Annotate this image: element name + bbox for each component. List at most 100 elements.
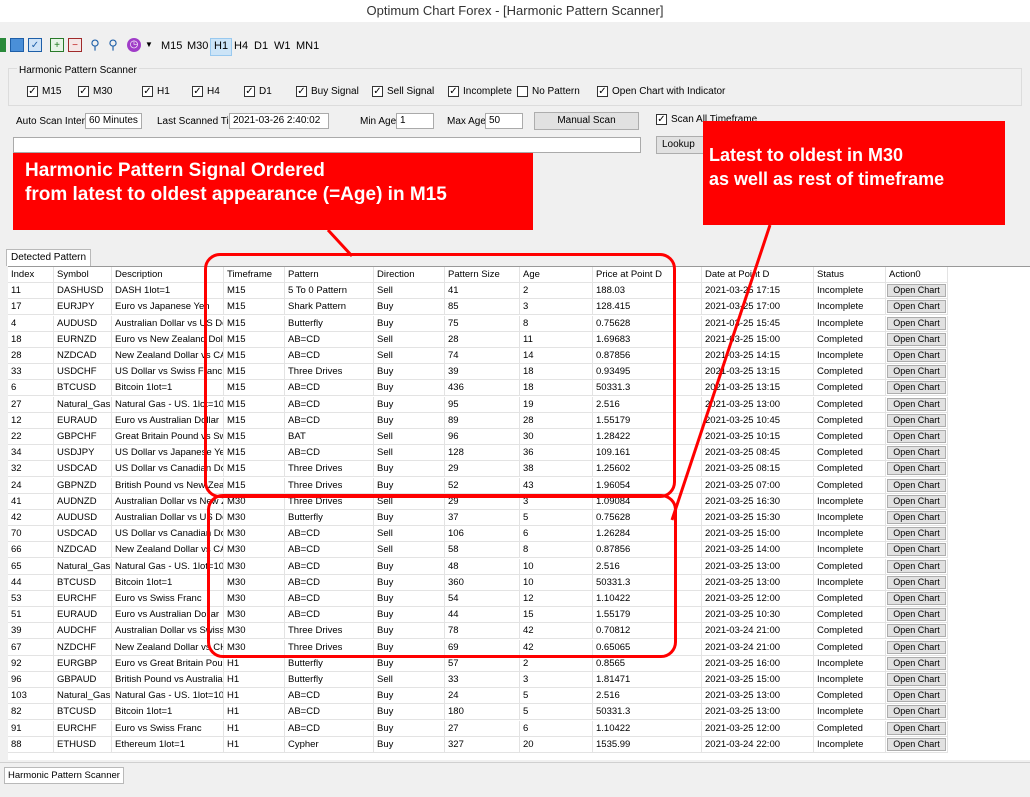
column-header[interactable]: Index (8, 267, 54, 283)
timeframe-mn1-button[interactable]: MN1 (293, 38, 322, 54)
open-chart-button[interactable]: Open Chart (887, 575, 946, 589)
scan-all-checkbox-box[interactable]: ✓ (656, 114, 667, 125)
open-chart-button[interactable]: Open Chart (887, 624, 946, 638)
checkbox-box[interactable]: ✓ (192, 86, 203, 97)
timeframe-h1-button[interactable]: H1 (210, 38, 233, 56)
open-chart-button[interactable]: Open Chart (887, 413, 946, 427)
tab-detected-pattern[interactable]: Detected Pattern (6, 249, 92, 266)
timeframe-m15-button[interactable]: M15 (158, 38, 185, 54)
checkbox-box[interactable]: ✓ (142, 86, 153, 97)
open-chart-button[interactable]: Open Chart (887, 316, 946, 330)
bar-chart-icon[interactable] (10, 38, 24, 52)
zoom-in-chart-icon[interactable]: + (50, 38, 64, 52)
last-scanned-field[interactable]: 2021-03-26 2:40:02 (229, 113, 329, 129)
table-cell: Euro vs Great Britain Pound (112, 655, 224, 672)
max-age-input[interactable]: 50 (485, 113, 523, 129)
annotation-m30-line2: as well as rest of timeframe (709, 169, 945, 189)
zoom-out-chart-icon[interactable]: − (68, 38, 82, 52)
column-header[interactable]: Status (814, 267, 886, 283)
checkbox-box[interactable] (517, 86, 528, 97)
table-cell: 65 (8, 558, 54, 575)
table-row[interactable]: 82 BTCUSD Bitcoin 1lot=1 H1 AB=CD Buy 180 5 5033… (8, 704, 1030, 721)
timeframe-h4-button[interactable]: H4 (231, 38, 251, 54)
grid-icon[interactable] (0, 38, 6, 52)
open-chart-button[interactable]: Open Chart (887, 705, 946, 719)
table-row[interactable]: 88 ETHUSD Ethereum 1lot=1 H1 Cypher Buy 327 20 1… (8, 736, 1030, 753)
table-cell: Incomplete (814, 510, 886, 526)
checkbox-box[interactable]: ✓ (448, 86, 459, 97)
checkbox-box[interactable]: ✓ (372, 86, 383, 97)
auto-scan-interval-input[interactable]: 60 Minutes (85, 113, 142, 129)
table-cell: Completed (814, 461, 886, 478)
lookup-input[interactable] (13, 137, 641, 153)
checkbox-h4[interactable]: ✓ H4 (192, 86, 220, 97)
open-chart-button[interactable]: Open Chart (887, 300, 946, 314)
table-cell: 53 (8, 591, 54, 607)
manual-scan-button[interactable]: Manual Scan (534, 112, 639, 130)
checkbox-no-pattern[interactable]: No Pattern (517, 86, 580, 97)
open-chart-button[interactable]: Open Chart (887, 284, 946, 298)
checkbox-buy-signal[interactable]: ✓ Buy Signal (296, 86, 359, 97)
open-chart-button[interactable]: Open Chart (887, 543, 946, 557)
timeframe-d1-button[interactable]: D1 (251, 38, 271, 54)
table-cell: 70 (8, 526, 54, 543)
checkbox-box[interactable]: ✓ (78, 86, 89, 97)
table-cell: 34 (8, 445, 54, 462)
checkbox-open-chart-with-indicator[interactable]: ✓ Open Chart with Indicator (597, 86, 725, 97)
checkbox-m30[interactable]: ✓ M30 (78, 86, 112, 97)
line-chart-icon[interactable]: ✓ (28, 38, 42, 52)
magnify-minus-icon[interactable]: ⚲ (106, 38, 120, 52)
checkbox-box[interactable]: ✓ (296, 86, 307, 97)
chevron-down-icon[interactable]: ▼ (142, 38, 156, 52)
magnify-plus-icon[interactable]: ⚲ (88, 38, 102, 52)
open-chart-button[interactable]: Open Chart (887, 446, 946, 460)
checkbox-h1[interactable]: ✓ H1 (142, 86, 170, 97)
checkbox-m15[interactable]: ✓ M15 (27, 86, 61, 97)
open-chart-button[interactable]: Open Chart (887, 737, 946, 751)
open-chart-button[interactable]: Open Chart (887, 689, 946, 703)
open-chart-button[interactable]: Open Chart (887, 462, 946, 476)
open-chart-button[interactable]: Open Chart (887, 478, 946, 492)
table-row[interactable]: 92 EURGBP Euro vs Great Britain Pound H1 But… (8, 655, 1030, 672)
open-chart-button[interactable]: Open Chart (887, 640, 946, 654)
table-cell: 82 (8, 704, 54, 721)
checkbox-box[interactable]: ✓ (27, 86, 38, 97)
checkbox-sell-signal[interactable]: ✓ Sell Signal (372, 86, 434, 97)
checkbox-box[interactable]: ✓ (244, 86, 255, 97)
open-chart-button[interactable]: Open Chart (887, 656, 946, 670)
checkbox-incomplete[interactable]: ✓ Incomplete (448, 86, 512, 97)
column-header[interactable]: Action0 (886, 267, 948, 283)
table-cell: 2021-03-25 13:00 (702, 688, 814, 705)
open-chart-button[interactable]: Open Chart (887, 592, 946, 605)
open-chart-button[interactable]: Open Chart (887, 381, 946, 395)
open-chart-button[interactable]: Open Chart (887, 673, 946, 686)
open-chart-button[interactable]: Open Chart (887, 721, 946, 735)
open-chart-button[interactable]: Open Chart (887, 527, 946, 541)
timeframe-m30-button[interactable]: M30 (184, 38, 211, 54)
checkbox-box[interactable]: ✓ (597, 86, 608, 97)
checkbox-label: Incomplete (463, 86, 512, 97)
open-chart-button[interactable]: Open Chart (887, 365, 946, 379)
column-header[interactable]: Date at Point D (702, 267, 814, 283)
lookup-button[interactable]: Lookup By S (656, 136, 704, 154)
table-action-cell: Open Chart (886, 607, 948, 624)
open-chart-button[interactable]: Open Chart (887, 332, 946, 346)
tab-harmonic-pattern-scanner[interactable]: Harmonic Pattern Scanner (4, 767, 124, 784)
table-row[interactable]: 91 EURCHF Euro vs Swiss Franc H1 AB=CD Buy 27 6… (8, 720, 1030, 737)
open-chart-button[interactable]: Open Chart (887, 397, 946, 411)
table-row[interactable]: 103Natural_GasNatural Gas - US. 1lot=100… (8, 688, 1030, 705)
open-chart-button[interactable]: Open Chart (887, 494, 946, 508)
table-row[interactable]: 96 GBPAUD British Pound vs Australian... H1… (8, 672, 1030, 688)
open-chart-button[interactable]: Open Chart (887, 430, 946, 443)
open-chart-button[interactable]: Open Chart (887, 511, 946, 524)
open-chart-button[interactable]: Open Chart (887, 349, 946, 362)
checkbox-d1[interactable]: ✓ D1 (244, 86, 272, 97)
m15-highlight-box (204, 253, 676, 498)
min-age-input[interactable]: 1 (396, 113, 434, 129)
indicator-dropdown-icon[interactable]: ◷ (127, 38, 141, 52)
timeframe-w1-button[interactable]: W1 (271, 38, 294, 54)
open-chart-button[interactable]: Open Chart (887, 559, 946, 573)
column-header[interactable]: Symbol (54, 267, 112, 283)
table-cell: Buy (374, 736, 445, 753)
open-chart-button[interactable]: Open Chart (887, 608, 946, 622)
